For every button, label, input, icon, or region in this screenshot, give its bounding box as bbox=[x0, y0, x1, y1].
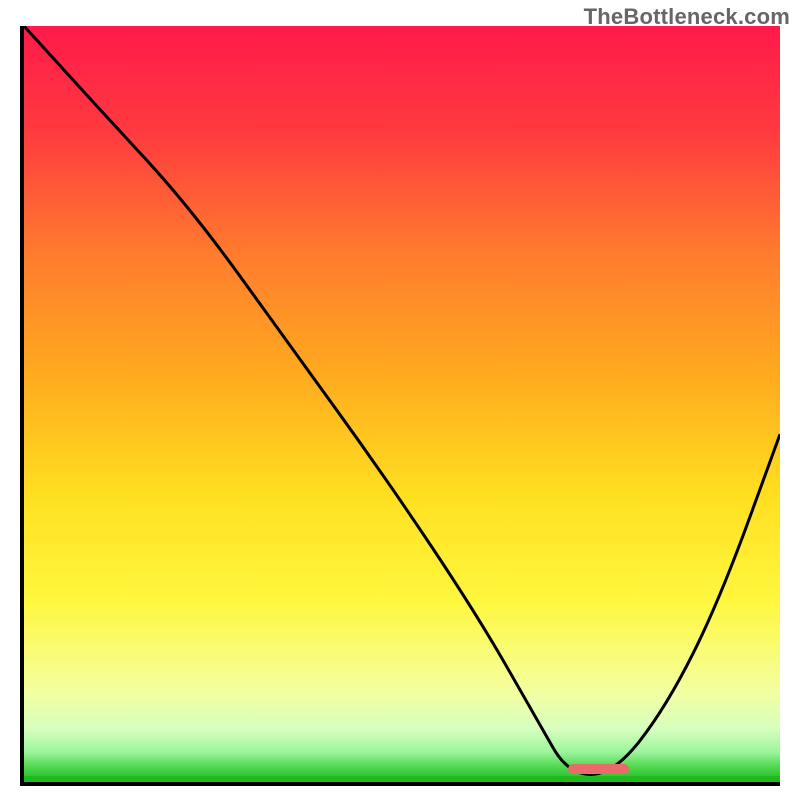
chart-container: TheBottleneck.com bbox=[0, 0, 800, 800]
baseline-green bbox=[24, 776, 780, 782]
plot-area bbox=[20, 26, 780, 786]
bottleneck-curve-path bbox=[24, 26, 780, 774]
curve-layer bbox=[24, 26, 780, 782]
optimal-marker bbox=[568, 764, 628, 774]
